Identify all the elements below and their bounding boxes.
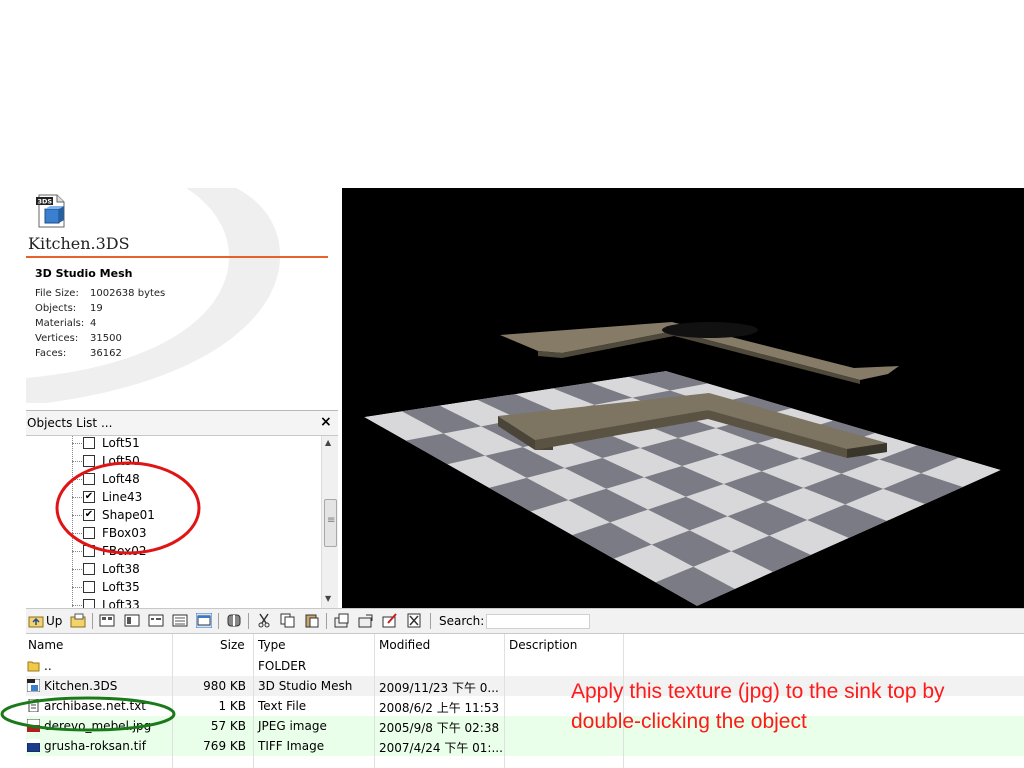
file-size-cell: 980 KB [203,679,246,693]
toolbar-separator [326,613,327,629]
column-divider [253,634,254,768]
file-row[interactable]: .. FOLDER [26,656,1024,676]
file-name: Kitchen.3DS [28,234,130,253]
column-header-description[interactable]: Description [509,638,577,652]
3d-scene [364,322,1001,606]
property-label: Faces: [35,348,67,359]
column-header-modified[interactable]: Modified [379,638,430,652]
property-label: Materials: [35,318,85,329]
file-modified-cell: 2007/4/24 下午 01:... [379,741,503,755]
toolbar-separator [218,613,219,629]
scroll-down-icon[interactable]: ▼ [325,594,331,603]
copy-to-folder-icon[interactable] [334,613,350,628]
property-value: 1002638 bytes [90,288,166,299]
details-view-icon[interactable] [196,613,212,628]
file-size-cell: 769 KB [203,739,246,753]
3ds-file-icon: 3DS [36,194,65,228]
file-modified-cell: 2005/9/8 下午 02:38 [379,721,500,735]
scroll-up-icon[interactable]: ▲ [325,438,331,447]
toolbar-separator [92,613,93,629]
folder-icon [27,661,40,672]
column-header-type[interactable]: Type [258,638,286,652]
objects-list-panel: Objects List ... × Loft51 Loft50 Loft48 … [26,410,338,609]
3ds-file-icon [27,679,40,692]
objects-list-title: Objects List ... [27,416,113,430]
green-highlight-ellipse [0,696,176,732]
file-row[interactable]: grusha-roksan.tif 769 KB TIFF Image 2007… [26,736,1024,756]
file-info-panel: 3DS Kitchen.3DS 3D Studio Mesh File Size… [26,188,342,410]
file-type: 3D Studio Mesh [35,267,133,280]
folder-up-icon[interactable] [28,613,44,628]
objects-list-header: Objects List ... × [26,411,338,436]
toolbar-separator [248,613,249,629]
file-type-cell: JPEG image [258,719,327,733]
file-icon-badge: 3DS [38,198,53,206]
sink-top-model [500,322,899,384]
instruction-annotation: Apply this texture (jpg) to the sink top… [571,680,945,733]
scrollbar-thumb[interactable]: ≡ [324,499,337,547]
cut-icon[interactable] [256,613,272,628]
file-name-cell: Kitchen.3DS [44,679,118,693]
property-label: Vertices: [35,333,79,344]
file-type-cell: FOLDER [258,659,307,673]
column-divider [504,634,505,768]
tiles-view-icon[interactable] [124,613,140,628]
file-type-cell: Text File [258,699,307,713]
property-value: 31500 [90,333,122,344]
paste-icon[interactable] [304,613,320,628]
file-list-header: Name Size Type Modified Description [26,634,1024,657]
red-highlight-ellipse [55,461,201,555]
3d-viewport[interactable] [342,188,1024,608]
property-label: Objects: [35,303,77,314]
search-input[interactable] [486,614,590,629]
preview-pane-icon[interactable] [226,613,242,628]
property-value: 19 [90,303,103,314]
toolbar-separator [430,613,431,629]
list-view-icon[interactable] [172,613,188,628]
file-type-cell: 3D Studio Mesh [258,679,353,693]
property-value: 4 [90,318,97,329]
copy-icon[interactable] [280,613,296,628]
column-header-name[interactable]: Name [28,638,63,652]
objects-scrollbar[interactable]: ▲ ≡ ▼ [321,436,338,609]
icons-view-icon[interactable] [148,613,164,628]
folder-icon[interactable] [70,613,86,628]
tif-file-icon [27,739,40,752]
thumbnails-view-icon[interactable] [99,613,115,628]
property-value: 36162 [90,348,122,359]
file-modified-cell: 2008/6/2 上午 11:53 [379,701,500,715]
rename-icon[interactable] [382,613,398,628]
file-type-cell: TIFF Image [258,739,325,753]
decorative-swoosh [26,188,281,403]
title-underline [26,256,328,258]
objects-tree: Loft51 Loft50 Loft48 ✔ Line43 ✔ Shape01 … [26,436,321,609]
delete-icon[interactable] [406,613,422,628]
up-button[interactable]: Up [46,614,62,628]
property-label: File Size: [35,288,79,299]
close-icon[interactable]: × [320,414,332,430]
file-browser-toolbar: Up Search: [26,608,1024,634]
search-label: Search: [439,614,485,628]
move-to-folder-icon[interactable] [358,613,374,628]
grip-icon: ≡ [327,515,336,526]
file-name-cell: grusha-roksan.tif [44,739,146,753]
file-name-cell: .. [44,659,52,673]
column-divider [374,634,375,768]
column-header-size[interactable]: Size [220,638,245,652]
file-modified-cell: 2009/11/23 下午 0... [379,681,499,695]
